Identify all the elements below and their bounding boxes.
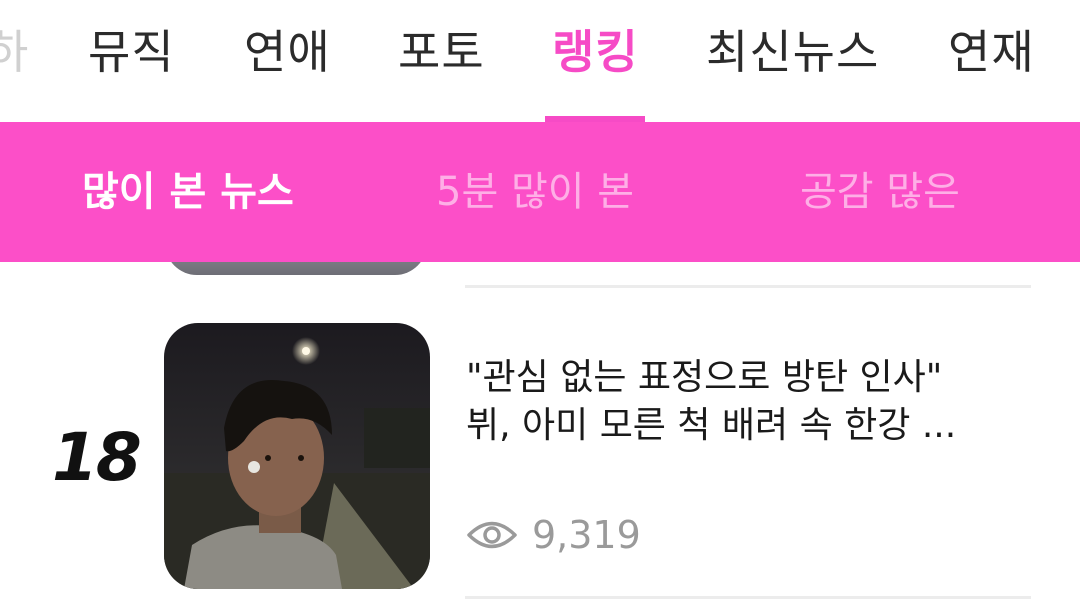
view-count-value: 9,319 [532, 513, 641, 557]
rank-number: 18 [52, 419, 142, 496]
ranking-screen: 18 "관심 없는 표정으로 방탄 인사" 뷔, 아미 모른 척 배려 속 한강… [0, 0, 1080, 600]
article-headline[interactable]: "관심 없는 표정으로 방탄 인사" 뷔, 아미 모른 척 배려 속 한강 ..… [466, 354, 1036, 450]
tab-most-empathy[interactable]: 공감 많은 [800, 166, 960, 218]
tab-most-viewed[interactable]: 많이 본 뉴스 [82, 166, 294, 218]
article-thumbnail[interactable] [164, 323, 430, 589]
category-nav: 하 뮤직 연애 포토 랭킹 최신뉴스 연재 [0, 0, 1080, 122]
view-count: 9,319 [466, 510, 641, 560]
nav-item-dating[interactable]: 연애 [244, 24, 331, 80]
nav-item-music[interactable]: 뮤직 [88, 24, 175, 80]
list-divider [465, 596, 1031, 599]
nav-item-ranking[interactable]: 랭킹 [552, 24, 639, 80]
nav-item-series[interactable]: 연재 [948, 24, 1035, 80]
nav-item-latest-news[interactable]: 최신뉴스 [706, 24, 879, 80]
headline-line-1: "관심 없는 표정으로 방탄 인사" [466, 357, 943, 398]
tab-5min-most-viewed[interactable]: 5분 많이 본 [436, 166, 634, 218]
nav-item-photo[interactable]: 포토 [398, 24, 485, 80]
headline-line-2: 뷔, 아미 모른 척 배려 속 한강 ... [466, 405, 957, 446]
eye-icon [467, 521, 517, 549]
nav-item-partial[interactable]: 하 [0, 24, 29, 80]
ranking-sub-tabs: 많이 본 뉴스 5분 많이 본 공감 많은 [0, 122, 1080, 262]
list-divider [465, 285, 1031, 288]
article-photo [164, 323, 430, 589]
